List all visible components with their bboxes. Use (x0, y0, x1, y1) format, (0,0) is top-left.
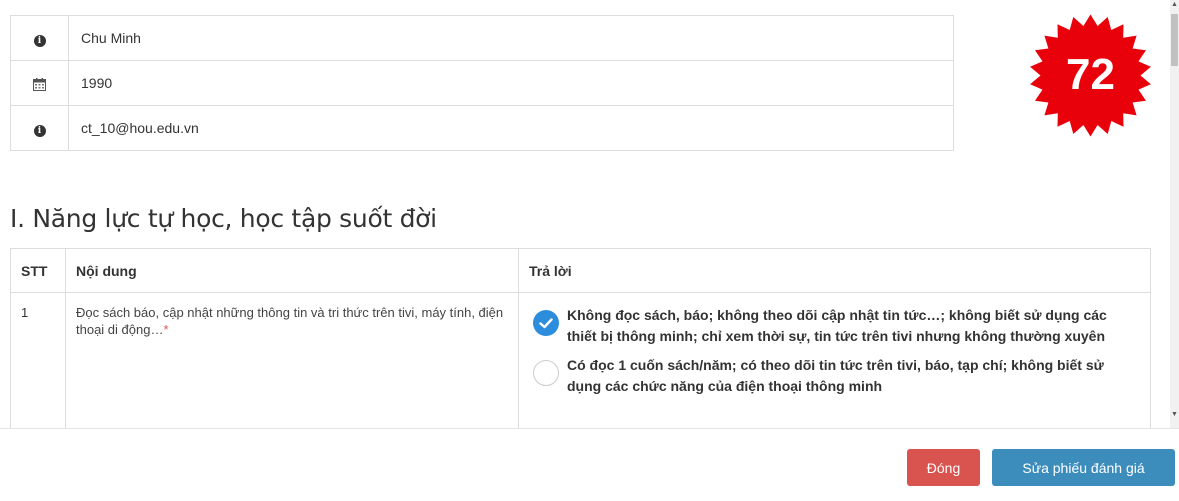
section-title: I. Năng lực tự học, học tập suốt đời (10, 204, 437, 233)
vertical-scrollbar[interactable]: ▲ ▼ (1170, 0, 1179, 428)
answer-option-2[interactable]: Có đọc 1 cuốn sách/năm; có theo dõi tin … (529, 355, 1140, 397)
profile-row-email: i ct_10@hou.edu.vn (10, 105, 954, 151)
info-icon: i (33, 34, 46, 47)
row-answers: Không đọc sách, báo; không theo dõi cập … (518, 292, 1151, 428)
answer-option-1[interactable]: Không đọc sách, báo; không theo dõi cập … (529, 305, 1140, 347)
question-table: STT Nội dung Trả lời 1 Đọc sách báo, cập… (10, 248, 1151, 428)
profile-info-table: i Chu Minh 1990 i ct_10@hou.edu.vn (10, 15, 954, 151)
calendar-icon (33, 77, 46, 91)
form-scroll-area[interactable]: i Chu Minh 1990 i ct_10@hou.edu.vn 72 I.… (0, 0, 1170, 428)
modal-footer: Đóng Sửa phiếu đánh giá (0, 428, 1179, 501)
answer-option-label: Có đọc 1 cuốn sách/năm; có theo dõi tin … (567, 357, 1104, 394)
scroll-down-icon[interactable]: ▼ (1171, 410, 1178, 420)
profile-row-name: i Chu Minh (10, 15, 954, 61)
edit-evaluation-button[interactable]: Sửa phiếu đánh giá (992, 449, 1175, 486)
question-table-header: STT Nội dung Trả lời (10, 248, 1151, 293)
profile-email: ct_10@hou.edu.vn (68, 105, 954, 151)
radio-checked[interactable] (533, 310, 559, 336)
header-content: Nội dung (65, 248, 519, 293)
required-mark: * (163, 322, 169, 337)
header-answer: Trả lời (518, 248, 1151, 293)
radio-unchecked[interactable] (533, 360, 559, 386)
check-icon (539, 317, 553, 328)
profile-name: Chu Minh (68, 15, 954, 61)
header-stt: STT (10, 248, 66, 293)
row-stt: 1 (10, 292, 66, 428)
score-value: 72 (1066, 50, 1115, 99)
info-icon: i (33, 124, 46, 137)
answer-option-label: Không đọc sách, báo; không theo dõi cập … (567, 307, 1107, 344)
score-badge: 72 (1030, 14, 1151, 137)
table-row: 1 Đọc sách báo, cập nhật những thông tin… (10, 292, 1151, 428)
profile-row-birth-year: 1990 (10, 60, 954, 106)
scroll-up-icon[interactable]: ▲ (1171, 0, 1178, 10)
close-button[interactable]: Đóng (907, 449, 980, 486)
row-question: Đọc sách báo, cập nhật những thông tin v… (65, 292, 519, 428)
question-text: Đọc sách báo, cập nhật những thông tin v… (76, 305, 504, 337)
scrollbar-thumb[interactable] (1171, 14, 1178, 66)
profile-birth-year: 1990 (68, 60, 954, 106)
